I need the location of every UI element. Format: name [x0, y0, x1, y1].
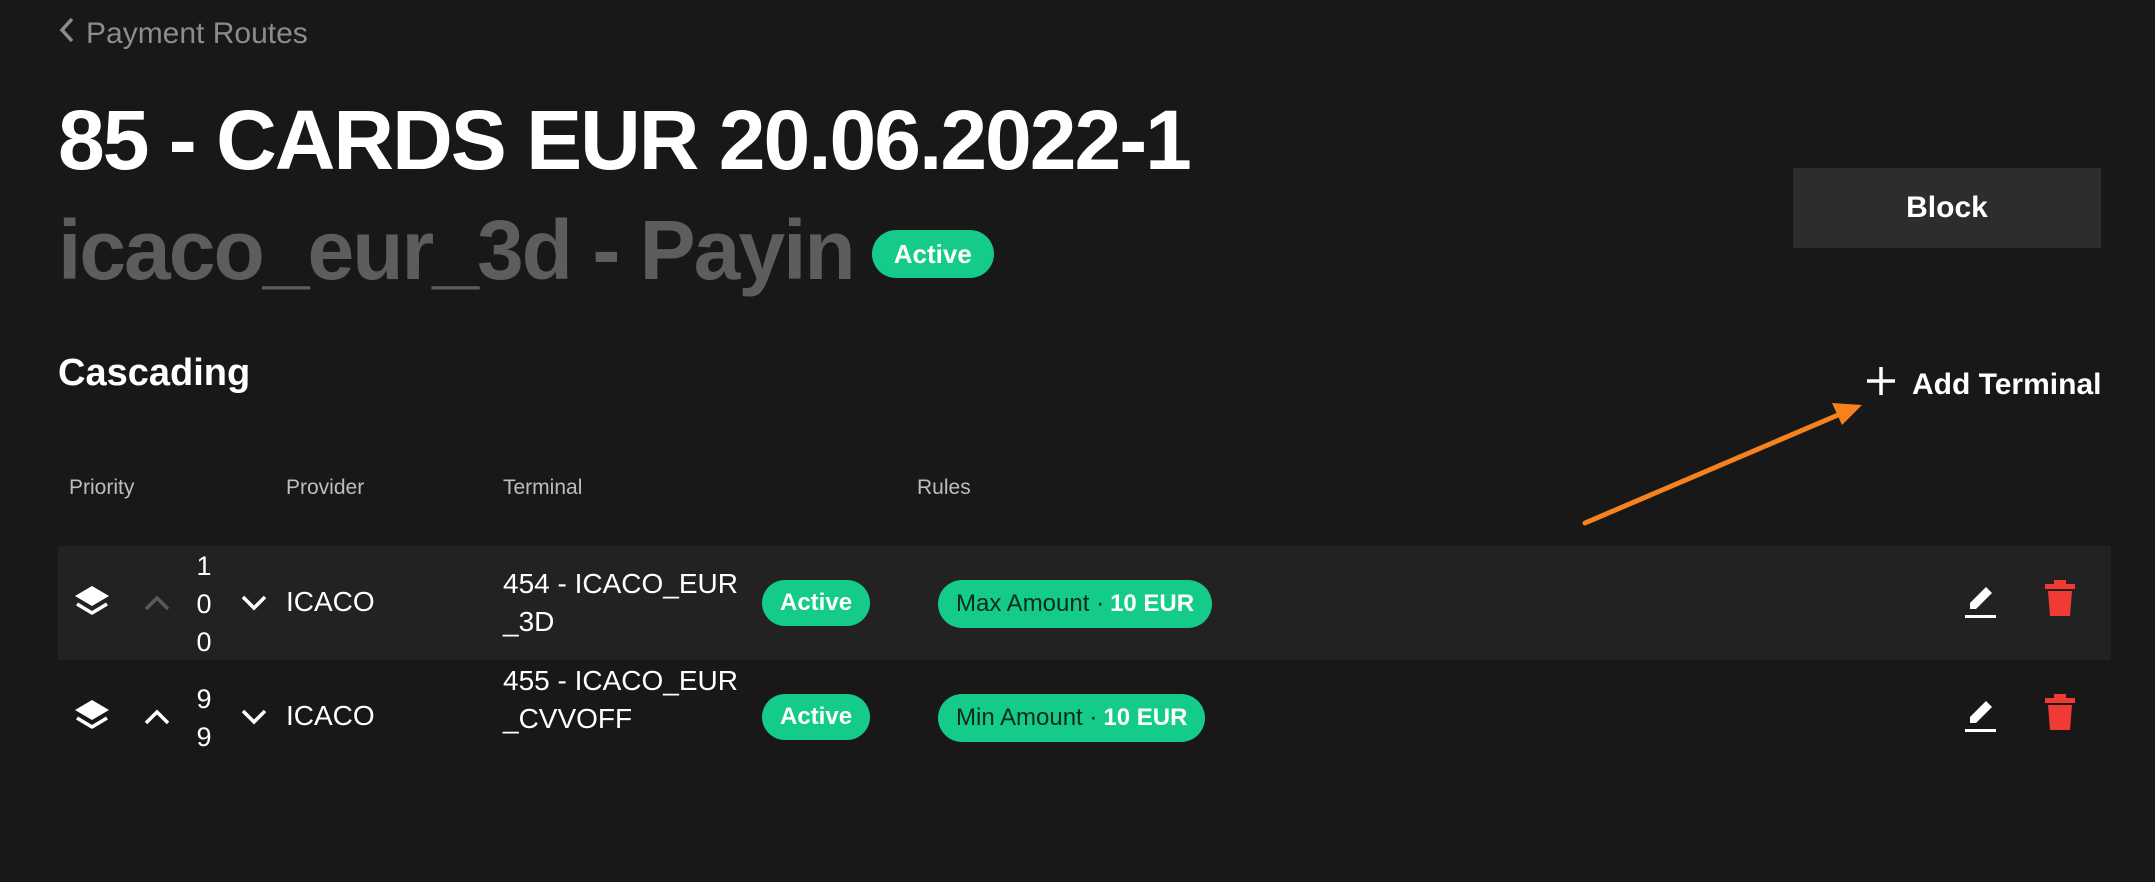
- column-header-provider: Provider: [286, 476, 365, 499]
- plus-icon: [1864, 364, 1898, 406]
- rule-label: Max Amount ·: [956, 590, 1105, 617]
- trash-icon[interactable]: [2042, 578, 2078, 623]
- section-title: Cascading: [58, 352, 251, 394]
- move-up-button[interactable]: [142, 705, 172, 734]
- chevron-left-icon: [58, 16, 76, 52]
- rule-value: 10 EUR: [1103, 704, 1188, 731]
- rule-label: Min Amount ·: [956, 704, 1098, 731]
- provider-name: ICACO: [286, 586, 375, 617]
- trash-icon[interactable]: [2042, 692, 2078, 737]
- column-header-rules: Rules: [917, 476, 971, 499]
- table-row: 1 0 0 ICACO 454 - ICACO_EUR_3D Active Ma…: [58, 546, 2111, 660]
- edit-icon[interactable]: [1962, 582, 1998, 627]
- edit-icon[interactable]: [1962, 696, 1998, 741]
- move-up-button: [142, 591, 172, 620]
- layers-icon[interactable]: [72, 697, 112, 742]
- priority-digit: 0: [196, 627, 212, 657]
- rule-badge: Min Amount · 10 EUR: [938, 694, 1206, 742]
- priority-digit: 9: [196, 684, 212, 714]
- table-row: 9 9 ICACO 455 - ICACO_EUR_CVVOFF Active …: [58, 660, 2111, 774]
- terminal-name: 454 - ICACO_EUR_3D: [503, 568, 738, 637]
- layers-icon[interactable]: [72, 583, 112, 628]
- priority-digit: 0: [196, 589, 212, 619]
- priority-value: 9 9: [194, 680, 214, 756]
- block-button[interactable]: Block: [1793, 168, 2101, 248]
- rule-badge: Max Amount · 10 EUR: [938, 580, 1213, 628]
- move-down-button[interactable]: [239, 591, 269, 620]
- move-down-button[interactable]: [239, 705, 269, 734]
- priority-digit: 9: [196, 722, 212, 752]
- terminal-status-badge: Active: [762, 694, 871, 740]
- column-header-terminal: Terminal: [503, 476, 583, 499]
- priority-value: 1 0 0: [194, 547, 214, 661]
- breadcrumb-back-link[interactable]: Payment Routes: [58, 16, 308, 52]
- provider-name: ICACO: [286, 700, 375, 731]
- breadcrumb-label: Payment Routes: [86, 17, 308, 50]
- column-header-priority: Priority: [69, 476, 135, 499]
- page-title: 85 - CARDS EUR 20.06.2022-1: [58, 93, 1192, 187]
- terminal-status-badge: Active: [762, 580, 871, 626]
- terminal-name: 455 - ICACO_EUR_CVVOFF: [503, 665, 738, 734]
- add-terminal-button[interactable]: Add Terminal: [1864, 364, 2101, 406]
- priority-digit: 1: [196, 551, 212, 581]
- rule-value: 10 EUR: [1110, 590, 1195, 617]
- add-terminal-label: Add Terminal: [1912, 368, 2102, 401]
- status-badge: Active: [871, 230, 994, 278]
- subtitle-row: icaco_eur_3d - Payin Active: [58, 202, 994, 298]
- page-subtitle: icaco_eur_3d - Payin: [58, 203, 856, 297]
